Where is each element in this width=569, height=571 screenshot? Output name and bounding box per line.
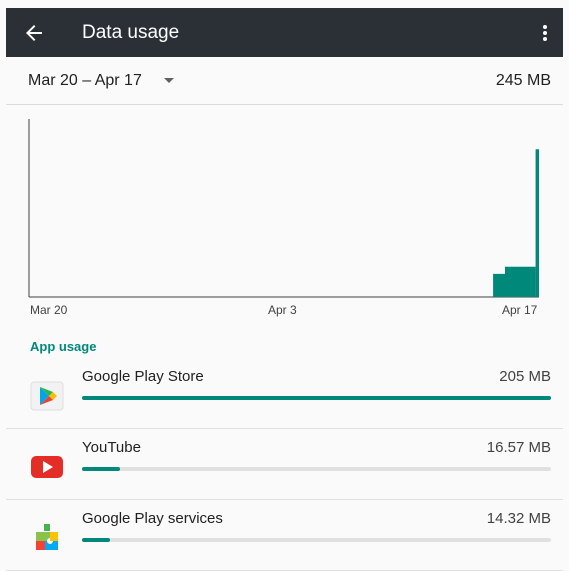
play-services-icon bbox=[28, 518, 66, 556]
usage-bar-fill bbox=[82, 467, 120, 471]
list-item-google-play-store[interactable]: Google Play Store 205 MB bbox=[6, 358, 563, 429]
usage-area-segment bbox=[505, 266, 536, 297]
app-bar: Data usage bbox=[6, 8, 563, 57]
usage-area-segment bbox=[535, 149, 539, 297]
usage-bar-fill bbox=[82, 396, 551, 400]
usage-bar-track bbox=[82, 538, 551, 542]
list-item-google-play-services[interactable]: Google Play services 14.32 MB bbox=[6, 500, 563, 571]
more-vert-icon[interactable] bbox=[527, 8, 563, 57]
usage-bar-track bbox=[82, 396, 551, 400]
app-name: Google Play services bbox=[82, 510, 223, 527]
period-range[interactable]: Mar 20 – Apr 17 bbox=[28, 72, 142, 90]
usage-bar-track bbox=[82, 467, 551, 471]
period-selector[interactable]: Mar 20 – Apr 17 245 MB bbox=[6, 57, 563, 105]
screen: Data usage Mar 20 – Apr 17 245 MB Mar 20… bbox=[0, 0, 569, 571]
usage-chart-svg bbox=[28, 119, 539, 298]
usage-bar-fill bbox=[82, 538, 111, 542]
app-size: 16.57 MB bbox=[486, 439, 551, 456]
app-name: YouTube bbox=[82, 439, 141, 456]
youtube-icon bbox=[28, 447, 66, 485]
play-store-icon bbox=[28, 376, 66, 414]
usage-area-segment bbox=[493, 273, 505, 297]
app-usage-header: App usage bbox=[30, 339, 97, 354]
app-size: 14.32 MB bbox=[486, 510, 551, 527]
chevron-down-icon[interactable] bbox=[163, 78, 174, 83]
app-name: Google Play Store bbox=[82, 368, 204, 385]
page-title: Data usage bbox=[82, 21, 180, 43]
list-item-youtube[interactable]: YouTube 16.57 MB bbox=[6, 429, 563, 500]
arrow-back-icon[interactable] bbox=[6, 8, 62, 57]
x-tick-label: Apr 17 bbox=[502, 303, 538, 317]
total-usage: 245 MB bbox=[495, 71, 551, 89]
x-tick-label: Apr 3 bbox=[268, 303, 297, 317]
app-size: 205 MB bbox=[499, 368, 551, 385]
x-tick-label: Mar 20 bbox=[30, 303, 68, 317]
usage-chart: Mar 20 Apr 3 Apr 17 bbox=[6, 105, 563, 323]
